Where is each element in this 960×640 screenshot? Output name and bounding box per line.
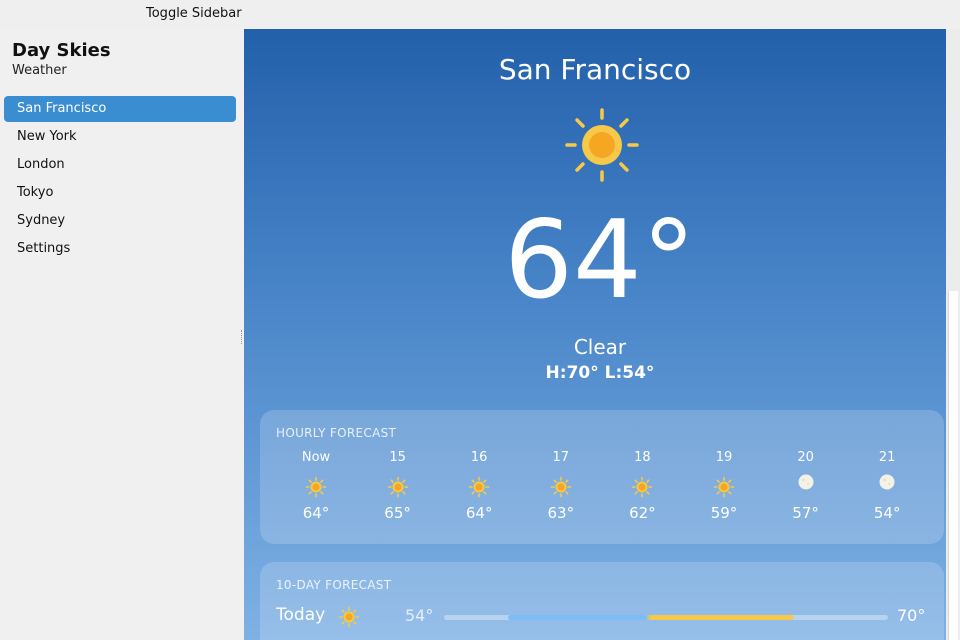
hourly-temp: 64° (465, 504, 493, 522)
hourly-item: 21 54° (846, 450, 928, 522)
hourly-item: 16 64° (438, 450, 520, 522)
hourly-temp: 57° (792, 504, 819, 522)
hourly-item: 20 57° (765, 450, 847, 522)
hourly-time: 15 (389, 450, 406, 465)
sun-icon (468, 476, 490, 498)
hourly-temp: 63° (547, 504, 575, 522)
daily-forecast-title: 10-DAY FORECAST (276, 578, 392, 592)
top-bar: Toggle Sidebar (0, 0, 960, 29)
hourly-item: 19 59° (683, 450, 765, 522)
sidebar-item-sydney[interactable]: Sydney (4, 208, 236, 234)
sun-icon (713, 476, 735, 498)
hourly-forecast-title: HOURLY FORECAST (276, 426, 397, 440)
city-name: San Francisco (498, 53, 692, 86)
current-condition: Clear (573, 335, 627, 359)
app-title: Day Skies (12, 40, 111, 61)
sun-icon (550, 476, 572, 498)
hourly-forecast-list: Now 64° 15 65° 16 64° 17 63° 18 62° 19 59° 20 57° 21 54… (275, 450, 931, 530)
high-low-temperature: H:70° L:54° (545, 363, 655, 383)
temperature-range-fill (508, 615, 794, 620)
sidebar-item-settings[interactable]: Settings (4, 236, 236, 262)
hourly-forecast-card: HOURLY FORECAST Now 64° 15 65° 16 64° 17 63° 18 6… (260, 410, 944, 544)
toggle-sidebar-button[interactable]: Toggle Sidebar (146, 6, 242, 21)
hourly-time: 17 (552, 450, 570, 465)
temperature-range-bar (444, 615, 888, 620)
sun-icon (305, 476, 327, 498)
current-temperature: 64° (504, 198, 696, 323)
hourly-temp: 62° (629, 504, 656, 522)
hourly-temp: 54° (873, 504, 901, 522)
app-subtitle: Weather (12, 63, 67, 78)
hourly-item: 18 62° (601, 450, 683, 522)
hourly-time: 20 (797, 450, 814, 465)
hourly-time: 21 (878, 450, 896, 465)
day-high-temp: 70° (897, 606, 926, 625)
scrollbar-thumb[interactable] (948, 291, 958, 640)
hourly-item: 17 63° (520, 450, 602, 522)
hourly-item: 15 65° (357, 450, 439, 522)
daily-forecast-row: Today 54° 70° (276, 605, 936, 629)
sidebar-item-new-york[interactable]: New York (4, 124, 236, 150)
hourly-time: 16 (470, 450, 488, 465)
hourly-time: 19 (715, 450, 733, 465)
daily-forecast-card: 10-DAY FORECAST Today 54° 70° (260, 562, 944, 640)
sidebar-item-san-francisco[interactable]: San Francisco (4, 96, 236, 122)
sidebar-resize-handle[interactable] (241, 330, 243, 344)
sun-icon (564, 107, 640, 183)
weather-main: San Francisco 64° Clear H:70° L:54° HOUR… (244, 29, 946, 640)
hourly-item: Now 64° (275, 450, 357, 522)
sidebar-item-tokyo[interactable]: Tokyo (4, 180, 236, 206)
hourly-time: Now (301, 450, 331, 465)
sidebar-nav: San Francisco New York London Tokyo Sydn… (4, 96, 236, 264)
hourly-temp: 64° (302, 504, 330, 522)
hourly-temp: 65° (384, 504, 411, 522)
hourly-temp: 59° (710, 504, 738, 522)
hourly-time: 18 (634, 450, 651, 465)
sun-icon (387, 476, 409, 498)
day-name: Today (276, 605, 326, 625)
sun-icon (631, 476, 653, 498)
sidebar: Day Skies Weather San Francisco New York… (0, 29, 244, 640)
moon-icon (795, 473, 817, 495)
day-low-temp: 54° (405, 606, 434, 625)
scrollbar[interactable] (946, 29, 960, 640)
sidebar-item-london[interactable]: London (4, 152, 236, 178)
moon-icon (876, 473, 898, 495)
sun-icon (338, 606, 360, 628)
